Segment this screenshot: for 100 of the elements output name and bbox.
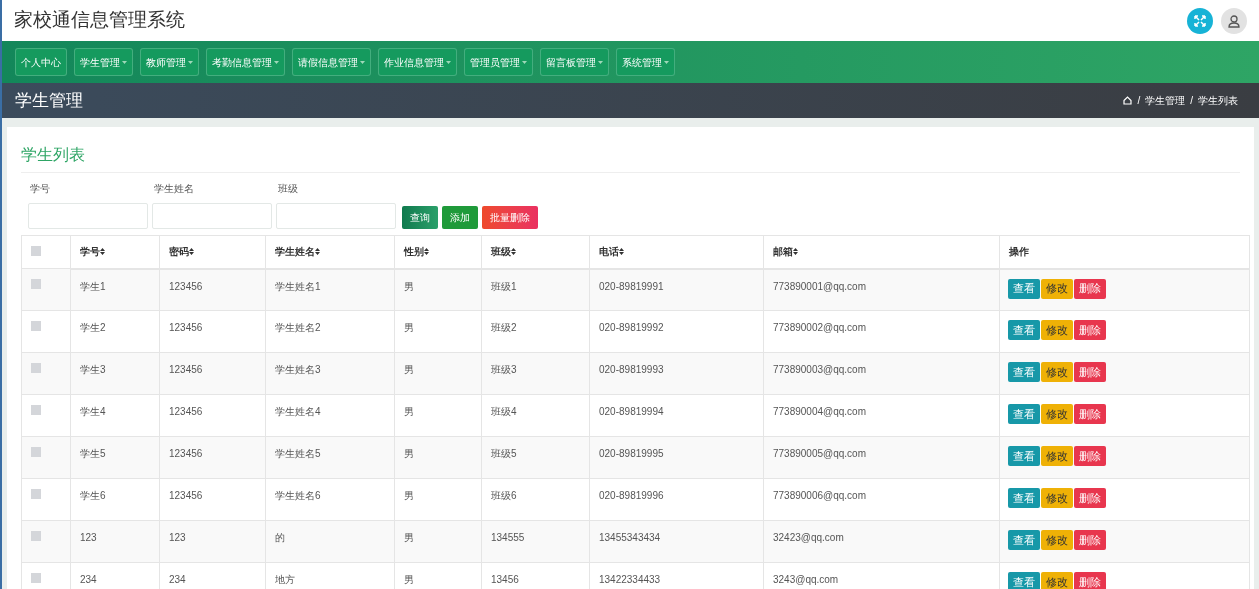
edit-button[interactable]: 修改: [1041, 362, 1073, 382]
view-button[interactable]: 查看: [1008, 488, 1040, 508]
sort-icon[interactable]: [189, 248, 194, 256]
breadcrumb-separator: /: [1137, 94, 1141, 108]
sort-icon[interactable]: [793, 248, 798, 256]
delete-button[interactable]: 批量删除: [482, 206, 538, 229]
table-cell: 123456: [169, 448, 203, 459]
nav-menu-button[interactable]: 作业信息管理: [378, 48, 457, 76]
table-cell: 男: [404, 532, 414, 543]
nav-menu-button[interactable]: 学生管理: [74, 48, 133, 76]
table-cell: 123456: [169, 406, 203, 417]
table-cell: 123456: [169, 322, 203, 333]
table-cell: 学生姓名3: [275, 364, 321, 375]
table-cell: 123456: [169, 364, 203, 375]
table-cell: 13455343434: [599, 532, 661, 543]
nav-menu-button[interactable]: 系统管理: [616, 48, 675, 76]
edit-button[interactable]: 修改: [1041, 404, 1073, 424]
table-cell: 773890001@qq.com: [773, 280, 866, 292]
table-cell: 020-89819995: [599, 448, 664, 459]
view-button[interactable]: 查看: [1008, 362, 1040, 382]
home-icon[interactable]: [1123, 96, 1133, 105]
delete-button[interactable]: 删除: [1074, 362, 1106, 382]
table-cell: 男: [404, 280, 414, 292]
edit-button[interactable]: 修改: [1041, 446, 1073, 466]
sort-icon[interactable]: [315, 248, 320, 256]
table-cell: 020-89819994: [599, 406, 664, 417]
delete-button[interactable]: 删除: [1074, 446, 1106, 466]
table-cell: 020-89819993: [599, 364, 664, 375]
column-header[interactable]: 学生姓名: [275, 244, 315, 260]
nav-menu-button[interactable]: 个人中心: [15, 48, 67, 76]
edit-button[interactable]: 修改: [1041, 278, 1073, 299]
nav-menu-button[interactable]: 教师管理: [140, 48, 199, 76]
page-title: 学生管理: [15, 89, 83, 112]
checkbox[interactable]: [31, 573, 41, 583]
column-header[interactable]: 学号: [80, 244, 100, 260]
view-button[interactable]: 查看: [1008, 278, 1040, 299]
sort-icon[interactable]: [100, 248, 105, 256]
table-cell: 班级4: [491, 406, 517, 417]
table-cell: 班级3: [491, 364, 517, 375]
column-header[interactable]: 邮箱: [773, 244, 793, 260]
column-header[interactable]: 班级: [491, 244, 511, 260]
column-header[interactable]: 密码: [169, 244, 189, 260]
delete-button[interactable]: 删除: [1074, 320, 1106, 340]
table-cell: 773890005@qq.com: [773, 448, 866, 459]
checkbox[interactable]: [31, 489, 41, 499]
add-button[interactable]: 添加: [442, 206, 478, 229]
column-header[interactable]: 操作: [1009, 244, 1029, 260]
edit-button[interactable]: 修改: [1041, 530, 1073, 550]
table-cell: 234: [80, 574, 97, 585]
delete-button[interactable]: 删除: [1074, 278, 1106, 299]
nav-menu-button[interactable]: 留言板管理: [540, 48, 609, 76]
edit-button[interactable]: 修改: [1041, 488, 1073, 508]
user-button[interactable]: [1221, 7, 1247, 34]
breadcrumb-separator: /: [1190, 94, 1193, 108]
table-cell: 773890006@qq.com: [773, 490, 866, 501]
nav-menu-button[interactable]: 管理员管理: [464, 48, 533, 76]
delete-button[interactable]: 删除: [1074, 488, 1106, 508]
checkbox[interactable]: [31, 363, 41, 373]
table-cell: 773890002@qq.com: [773, 322, 866, 333]
table-cell: 学生姓名1: [275, 280, 321, 292]
breadcrumb-link[interactable]: 学生管理: [1145, 93, 1186, 108]
view-button[interactable]: 查看: [1008, 446, 1040, 466]
field-label: 班级: [277, 182, 298, 196]
checkbox[interactable]: [31, 447, 41, 457]
input-field[interactable]: [28, 203, 148, 229]
field-label: 学号: [29, 182, 50, 196]
checkbox[interactable]: [31, 531, 41, 541]
delete-button[interactable]: 删除: [1074, 530, 1106, 550]
delete-button[interactable]: 删除: [1074, 404, 1106, 424]
table-cell: 123: [169, 532, 186, 543]
table-cell: 32423@qq.com: [773, 532, 844, 543]
table-cell: 男: [404, 574, 414, 585]
table-cell: 13422334433: [599, 574, 661, 585]
nav-menu-button[interactable]: 请假信息管理: [292, 48, 371, 76]
table-cell: 13456: [491, 574, 519, 585]
fullscreen-button[interactable]: [1187, 7, 1213, 34]
nav-menu-button[interactable]: 考勤信息管理: [206, 48, 285, 76]
input-field[interactable]: [152, 203, 272, 229]
checkbox[interactable]: [31, 321, 41, 331]
view-button[interactable]: 查看: [1008, 320, 1040, 340]
delete-button[interactable]: 删除: [1074, 572, 1106, 589]
edit-button[interactable]: 修改: [1041, 572, 1073, 589]
table-cell: 的: [275, 532, 285, 543]
table-cell: 123: [80, 532, 97, 543]
view-button[interactable]: 查看: [1008, 530, 1040, 550]
input-field[interactable]: [276, 203, 396, 229]
breadcrumb-link[interactable]: 学生列表: [1198, 93, 1238, 108]
table-cell: 男: [404, 364, 414, 375]
sort-icon[interactable]: [424, 248, 429, 256]
checkbox[interactable]: [31, 279, 41, 289]
search-button[interactable]: 查询: [402, 206, 438, 229]
column-header[interactable]: 电话: [599, 244, 619, 260]
checkbox[interactable]: [31, 246, 41, 256]
view-button[interactable]: 查看: [1008, 572, 1040, 589]
edit-button[interactable]: 修改: [1041, 320, 1073, 340]
checkbox[interactable]: [31, 405, 41, 415]
sort-icon[interactable]: [619, 248, 624, 256]
view-button[interactable]: 查看: [1008, 404, 1040, 424]
column-header[interactable]: 性别: [404, 244, 424, 260]
sort-icon[interactable]: [511, 248, 516, 256]
